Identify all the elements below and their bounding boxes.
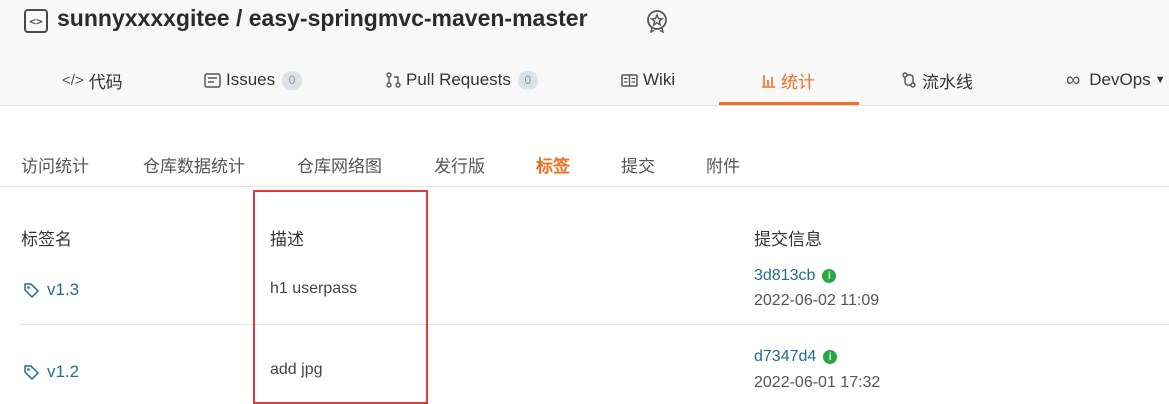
tab-devops-label: DevOps	[1089, 70, 1151, 89]
subtab-commits[interactable]: 提交	[621, 152, 655, 177]
tab-wiki-label: Wiki	[643, 70, 676, 89]
subtab-visit-stats[interactable]: 访问统计	[21, 152, 89, 177]
issues-icon	[204, 72, 221, 88]
commit-hash: d7347d4	[754, 348, 817, 365]
issues-count-badge: 0	[282, 70, 303, 90]
tag-icon	[24, 282, 39, 298]
tab-code[interactable]: </> 代码	[62, 66, 123, 94]
row-divider	[20, 324, 1169, 325]
tab-issues[interactable]: Issues 0	[204, 66, 303, 94]
subtab-releases[interactable]: 发行版	[434, 152, 485, 177]
subtab-network-graph[interactable]: 仓库网络图	[297, 152, 382, 177]
chevron-down-icon: ▼	[1154, 74, 1166, 86]
subtab-repo-data-stats[interactable]: 仓库数据统计	[143, 152, 245, 177]
column-header-tag-name: 标签名	[21, 230, 72, 249]
tab-issues-label: Issues	[226, 70, 276, 89]
info-icon[interactable]: i	[823, 350, 838, 364]
code-bracket-icon: <>	[24, 9, 48, 33]
tab-pull-requests[interactable]: Pull Requests 0	[386, 66, 538, 94]
subtab-attachments[interactable]: 附件	[706, 152, 740, 177]
tag-description: h1 userpass	[270, 280, 358, 297]
tag-link-v1-3[interactable]: v1.3	[23, 280, 79, 300]
tag-name: v1.2	[47, 362, 80, 381]
subtab-tags[interactable]: 标签	[536, 152, 570, 177]
tab-statistics[interactable]: 统计	[761, 66, 815, 94]
tag-link-v1-2[interactable]: v1.2	[23, 362, 79, 382]
repo-title[interactable]: sunnyxxxxgitee / easy-springmvc-maven-ma…	[57, 5, 588, 32]
column-header-commit-info: 提交信息	[754, 230, 822, 249]
chart-icon	[761, 73, 776, 88]
infinity-icon: ∞	[1066, 68, 1081, 91]
pr-count-badge: 0	[517, 70, 538, 90]
award-badge-icon[interactable]	[645, 9, 669, 33]
tab-statistics-label: 统计	[781, 72, 815, 92]
commit-date: 2022-06-02 11:09	[754, 292, 880, 309]
column-header-description: 描述	[270, 230, 304, 249]
commit-hash-link[interactable]: d7347d4 i	[754, 348, 838, 366]
pull-request-icon	[386, 72, 401, 88]
commit-date: 2022-06-01 17:32	[754, 374, 881, 391]
subtab-divider	[0, 186, 1169, 187]
pipeline-icon	[901, 72, 917, 88]
tab-pipeline-label: 流水线	[922, 72, 973, 92]
tag-description: add jpg	[270, 361, 323, 378]
wiki-icon	[621, 73, 638, 88]
tab-devops[interactable]: ∞ DevOps ▼	[1066, 66, 1166, 94]
active-tab-underline	[719, 102, 859, 105]
commit-hash-link[interactable]: 3d813cb i	[754, 267, 837, 285]
tab-wiki[interactable]: Wiki	[621, 66, 675, 94]
info-icon[interactable]: i	[822, 269, 837, 283]
tag-name: v1.3	[47, 280, 80, 299]
tab-pipeline[interactable]: 流水线	[901, 66, 973, 94]
tab-pull-requests-label: Pull Requests	[406, 70, 511, 89]
tab-code-label: 代码	[88, 72, 123, 92]
commit-hash: 3d813cb	[754, 267, 816, 284]
repo-header: <> sunnyxxxxgitee / easy-springmvc-maven…	[0, 0, 1169, 106]
code-icon: </>	[62, 71, 84, 89]
tag-icon	[24, 364, 39, 380]
